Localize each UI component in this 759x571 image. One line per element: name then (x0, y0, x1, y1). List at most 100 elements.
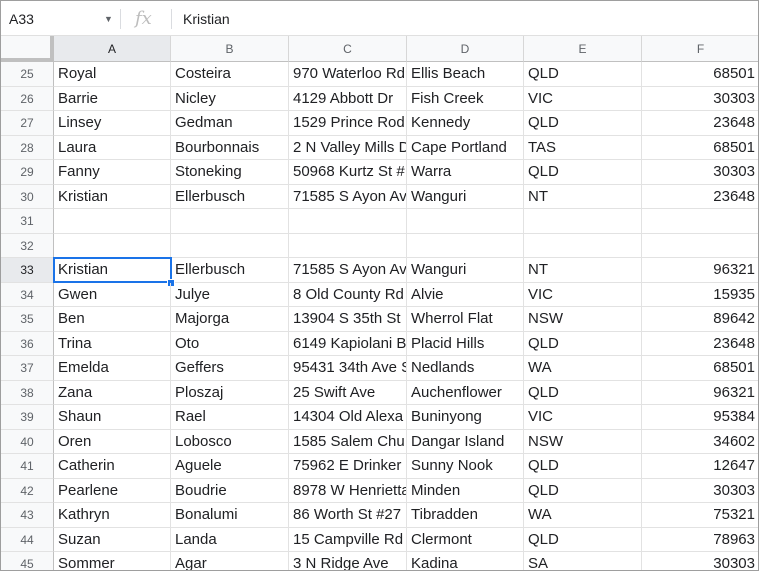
cell-b34[interactable]: Julye (171, 282, 289, 307)
cell-d25[interactable]: Ellis Beach (407, 62, 524, 87)
cell-b38[interactable]: Ploszaj (171, 380, 289, 405)
cell-d26[interactable]: Fish Creek (407, 86, 524, 111)
cell-d36[interactable]: Placid Hills (407, 331, 524, 356)
cell-f28[interactable]: 68501 (642, 136, 758, 160)
cell-b36[interactable]: Oto (171, 331, 289, 356)
cell-d31[interactable] (407, 209, 524, 234)
cell-e39[interactable]: VIC (524, 405, 642, 430)
cell-c38[interactable]: 25 Swift Ave (289, 380, 407, 405)
row-header[interactable]: 28 (1, 135, 54, 160)
row-header[interactable]: 25 (1, 62, 54, 87)
cell-d30[interactable]: Wanguri (407, 184, 524, 209)
cell-d35[interactable]: Wherrol Flat (407, 307, 524, 332)
cell-c41[interactable]: 75962 E Drinker (289, 454, 407, 479)
cell-b25[interactable]: Costeira (171, 62, 289, 87)
cell-d29[interactable]: Warra (407, 160, 524, 185)
cell-b26[interactable]: Nicley (171, 86, 289, 111)
cell-f35[interactable]: 89642 (642, 307, 758, 332)
cell-f36[interactable]: 23648 (642, 332, 758, 356)
cell-d39[interactable]: Buninyong (407, 405, 524, 430)
cell-b44[interactable]: Landa (171, 527, 289, 552)
cell-c28[interactable]: 2 N Valley Mills D (289, 135, 407, 160)
cell-c35[interactable]: 13904 S 35th St (289, 307, 407, 332)
cell-c25[interactable]: 970 Waterloo Rd (289, 62, 407, 87)
cell-d42[interactable]: Minden (407, 478, 524, 503)
row-header[interactable]: 36 (1, 331, 54, 356)
cell-c33[interactable]: 71585 S Ayon Av (289, 258, 407, 283)
cell-c39[interactable]: 14304 Old Alexa (289, 405, 407, 430)
cell-a29[interactable]: Fanny (54, 160, 171, 185)
row-header[interactable]: 30 (1, 184, 54, 209)
cell-e42[interactable]: QLD (524, 478, 642, 503)
cell-b31[interactable] (171, 209, 289, 234)
cell-d43[interactable]: Tibradden (407, 503, 524, 528)
cell-e32[interactable] (524, 233, 642, 258)
column-header-b[interactable]: B (171, 36, 289, 62)
cell-b35[interactable]: Majorga (171, 307, 289, 332)
cell-c42[interactable]: 8978 W Henrietta (289, 478, 407, 503)
cell-b39[interactable]: Rael (171, 405, 289, 430)
cell-e29[interactable]: QLD (524, 160, 642, 185)
cell-d28[interactable]: Cape Portland (407, 135, 524, 160)
cell-f29[interactable]: 30303 (642, 160, 758, 185)
cell-f34[interactable]: 15935 (642, 283, 758, 307)
cell-d37[interactable]: Nedlands (407, 356, 524, 381)
cell-e26[interactable]: VIC (524, 86, 642, 111)
cell-c34[interactable]: 8 Old County Rd (289, 282, 407, 307)
cell-d33[interactable]: Wanguri (407, 258, 524, 283)
cell-b27[interactable]: Gedman (171, 111, 289, 136)
cell-f41[interactable]: 12647 (642, 454, 758, 479)
cell-e30[interactable]: NT (524, 184, 642, 209)
cell-a45[interactable]: Sommer (54, 552, 171, 570)
cell-a35[interactable]: Ben (54, 307, 171, 332)
cell-a39[interactable]: Shaun (54, 405, 171, 430)
cell-b30[interactable]: Ellerbusch (171, 184, 289, 209)
cell-d32[interactable] (407, 233, 524, 258)
cell-d41[interactable]: Sunny Nook (407, 454, 524, 479)
cell-a43[interactable]: Kathryn (54, 503, 171, 528)
cell-b40[interactable]: Lobosco (171, 429, 289, 454)
cell-c31[interactable] (289, 209, 407, 234)
row-header[interactable]: 33 (1, 258, 54, 283)
cell-c37[interactable]: 95431 34th Ave S (289, 356, 407, 381)
cell-a32[interactable] (54, 233, 171, 258)
cell-a38[interactable]: Zana (54, 380, 171, 405)
cell-b29[interactable]: Stoneking (171, 160, 289, 185)
column-header-c[interactable]: C (289, 36, 407, 62)
cell-a26[interactable]: Barrie (54, 86, 171, 111)
cell-f32[interactable] (642, 234, 758, 258)
cell-a42[interactable]: Pearlene (54, 478, 171, 503)
cell-a33[interactable]: Kristian (54, 258, 171, 283)
cell-c40[interactable]: 1585 Salem Chu (289, 429, 407, 454)
cell-a44[interactable]: Suzan (54, 527, 171, 552)
cell-f38[interactable]: 96321 (642, 381, 758, 405)
cell-a30[interactable]: Kristian (54, 184, 171, 209)
cell-a41[interactable]: Catherin (54, 454, 171, 479)
cell-f42[interactable]: 30303 (642, 479, 758, 503)
row-header[interactable]: 39 (1, 405, 54, 430)
cell-c27[interactable]: 1529 Prince Rod (289, 111, 407, 136)
cell-d45[interactable]: Kadina (407, 552, 524, 570)
cell-f39[interactable]: 95384 (642, 405, 758, 430)
row-header[interactable]: 45 (1, 552, 54, 570)
cell-e45[interactable]: SA (524, 552, 642, 570)
cell-d40[interactable]: Dangar Island (407, 429, 524, 454)
cell-c36[interactable]: 6149 Kapiolani B (289, 331, 407, 356)
cell-c45[interactable]: 3 N Ridge Ave (289, 552, 407, 570)
cell-a28[interactable]: Laura (54, 135, 171, 160)
row-header[interactable]: 38 (1, 380, 54, 405)
row-header[interactable]: 42 (1, 478, 54, 503)
cell-e43[interactable]: WA (524, 503, 642, 528)
row-header[interactable]: 29 (1, 160, 54, 185)
cell-b42[interactable]: Boudrie (171, 478, 289, 503)
cell-a34[interactable]: Gwen (54, 282, 171, 307)
cell-b28[interactable]: Bourbonnais (171, 135, 289, 160)
row-header[interactable]: 27 (1, 111, 54, 136)
cell-e34[interactable]: VIC (524, 282, 642, 307)
cell-f26[interactable]: 30303 (642, 87, 758, 111)
column-header-a[interactable]: A (54, 36, 171, 62)
row-header[interactable]: 26 (1, 86, 54, 111)
cell-d27[interactable]: Kennedy (407, 111, 524, 136)
cell-f40[interactable]: 34602 (642, 430, 758, 454)
cell-e41[interactable]: QLD (524, 454, 642, 479)
